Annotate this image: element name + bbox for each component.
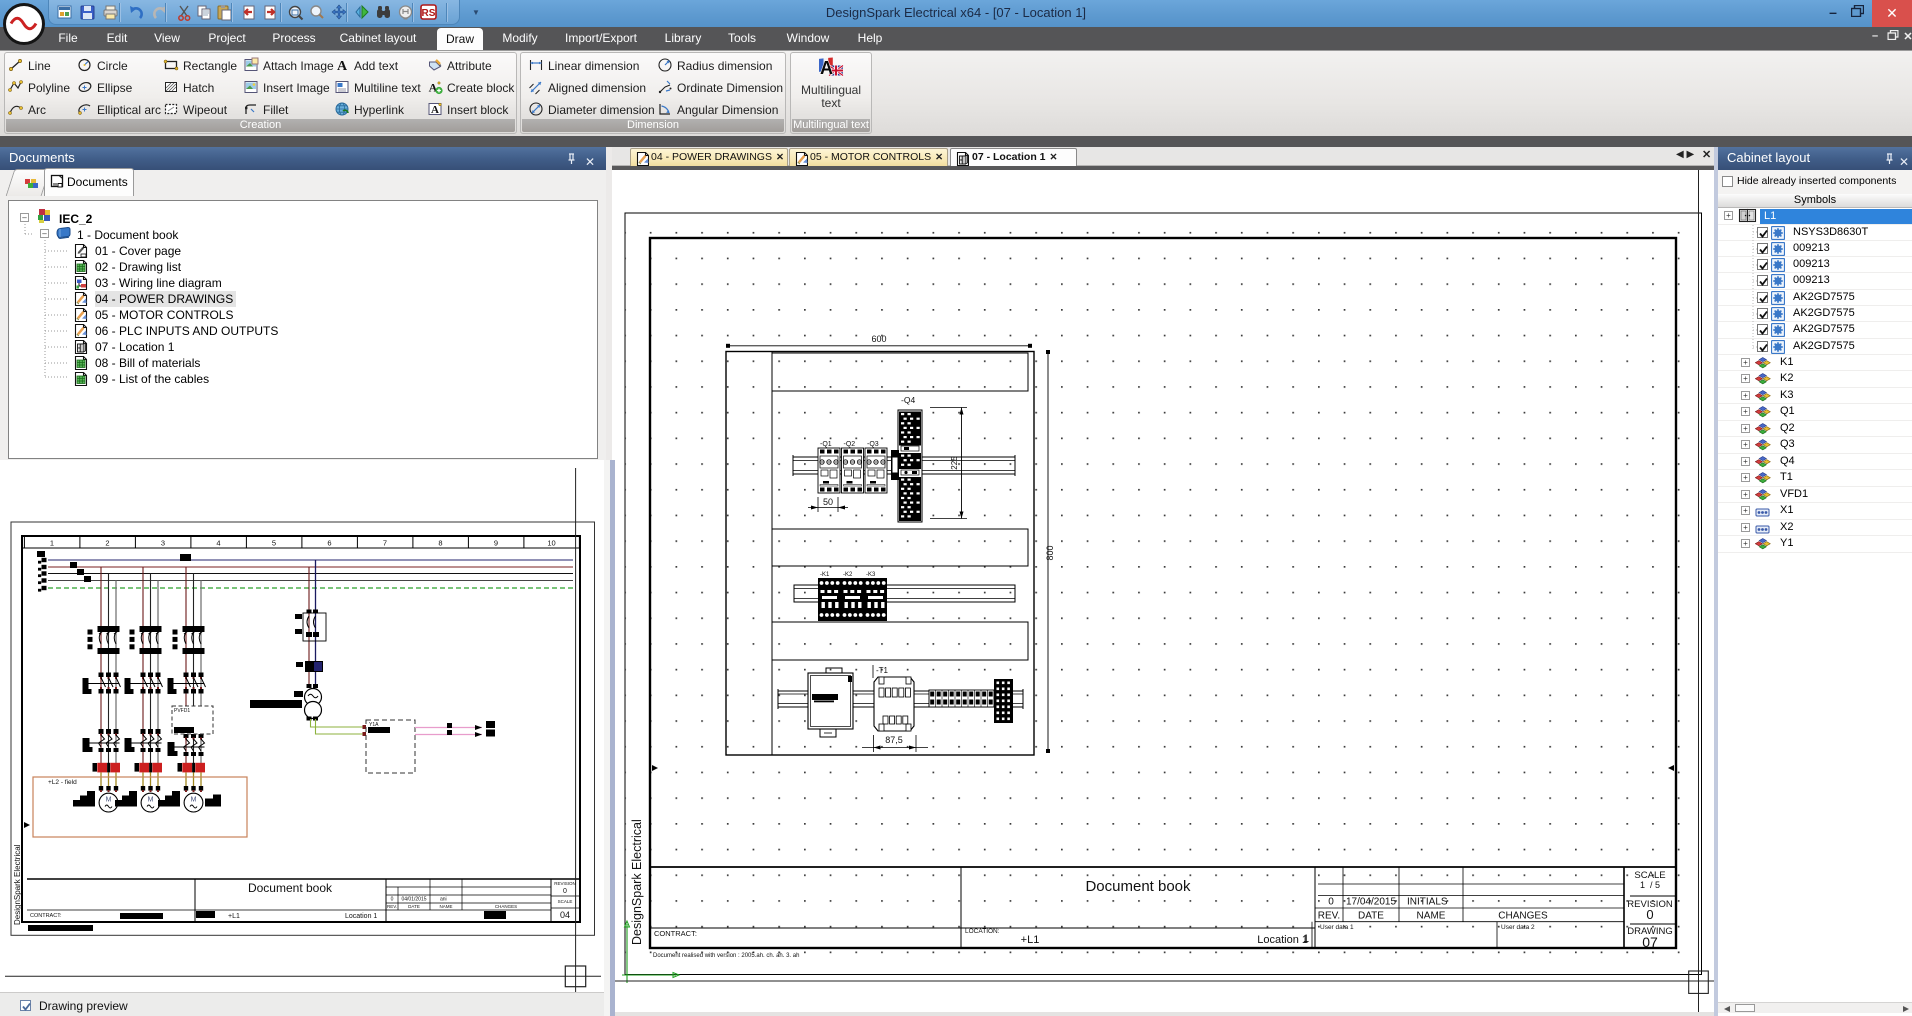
svg-text:04/01/2015: 04/01/2015 [401, 897, 426, 903]
svg-text:Document book: Document book [1085, 878, 1191, 895]
svg-text:REV.: REV. [1318, 911, 1340, 922]
svg-text:0: 0 [563, 888, 567, 895]
svg-text:3: 3 [161, 539, 165, 548]
svg-text:5: 5 [272, 539, 276, 548]
svg-text:+L1: +L1 [1021, 934, 1040, 946]
svg-text:0: 0 [1328, 897, 1334, 908]
svg-text:-Q4: -Q4 [901, 395, 915, 405]
svg-text:-Q2: -Q2 [844, 441, 856, 448]
svg-text:-K2: -K2 [843, 572, 853, 578]
svg-text:M: M [106, 797, 112, 804]
svg-text:Document book: Document book [248, 881, 333, 895]
svg-text:User data 1: User data 1 [1320, 924, 1354, 931]
svg-text:REV.: REV. [387, 904, 397, 909]
svg-text:10: 10 [547, 539, 555, 548]
svg-text:A: A [337, 59, 348, 73]
svg-text:87,5: 87,5 [885, 735, 903, 745]
svg-text:1 / 5: 1 / 5 [1640, 880, 1660, 890]
svg-text:-Q3: -Q3 [867, 441, 879, 448]
svg-text:17/04/2015: 17/04/2015 [1346, 897, 1396, 908]
svg-text:600: 600 [871, 334, 886, 344]
svg-text:225: 225 [950, 456, 959, 470]
svg-text:-T1: -T1 [876, 666, 889, 675]
svg-text:Location 1: Location 1 [1257, 934, 1308, 946]
svg-text:1: 1 [1303, 933, 1309, 945]
svg-text:A: A [431, 104, 439, 116]
svg-text:800: 800 [1045, 545, 1055, 560]
svg-text:M: M [191, 797, 197, 804]
svg-text:CONTRACT:: CONTRACT: [654, 929, 697, 938]
svg-text:8: 8 [438, 539, 442, 548]
svg-text:DATE: DATE [1358, 911, 1384, 922]
svg-text:-K3: -K3 [866, 572, 876, 578]
svg-text:2: 2 [105, 539, 109, 548]
svg-text:LOCATION:: LOCATION: [965, 928, 1000, 935]
svg-text:CHANGES: CHANGES [1498, 911, 1548, 922]
svg-text:A: A [820, 58, 833, 78]
svg-text:CHANGES: CHANGES [495, 904, 517, 909]
svg-text:50: 50 [823, 497, 833, 507]
svg-text:INITIALS: INITIALS [1407, 897, 1448, 908]
svg-text:7: 7 [383, 539, 387, 548]
svg-text:4: 4 [216, 539, 220, 548]
svg-text:6: 6 [327, 539, 331, 548]
svg-text:M: M [148, 797, 154, 804]
svg-text:+L1: +L1 [228, 913, 240, 920]
svg-text:-K1: -K1 [820, 572, 830, 578]
svg-text:DATE: DATE [408, 904, 420, 909]
svg-text:Document realised with version: Document realised with version : 2005.ah… [653, 953, 799, 959]
svg-text:07: 07 [1642, 934, 1658, 950]
svg-text:Location 1: Location 1 [345, 913, 377, 920]
svg-text:NAME: NAME [439, 904, 452, 909]
svg-text:ani: ani [440, 897, 447, 903]
svg-text:-Q1: -Q1 [820, 441, 832, 448]
svg-text:9: 9 [494, 539, 498, 548]
svg-text:1: 1 [50, 539, 54, 548]
svg-text:04: 04 [560, 910, 570, 920]
svg-text:NAME: NAME [1417, 911, 1446, 922]
svg-text:0: 0 [1646, 907, 1653, 922]
svg-text:CONTRACT:: CONTRACT: [30, 913, 62, 919]
svg-text:SCALE: SCALE [558, 899, 573, 904]
svg-text:REVISION: REVISION [554, 881, 576, 886]
svg-text:PVFD1: PVFD1 [174, 708, 190, 714]
svg-text:+L2 - field: +L2 - field [48, 779, 77, 786]
svg-text:User data 2: User data 2 [1501, 924, 1535, 931]
svg-text:DesignSpark Electrical: DesignSpark Electrical [13, 844, 22, 925]
svg-text:DesignSpark Electrical: DesignSpark Electrical [630, 819, 644, 945]
svg-text:0: 0 [391, 897, 394, 903]
